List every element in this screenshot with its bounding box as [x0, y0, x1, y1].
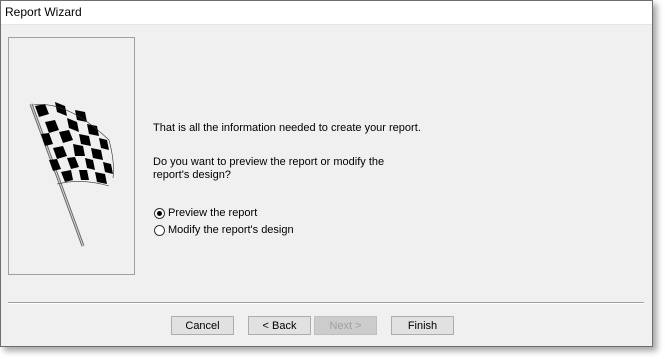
checkered-flag-icon [29, 102, 114, 247]
radio-label-modify: Modify the report's design [168, 224, 294, 236]
cancel-button[interactable]: Cancel [171, 316, 234, 335]
radio-modify-design[interactable]: Modify the report's design [154, 222, 294, 238]
radio-button-modify[interactable] [154, 224, 165, 236]
back-button[interactable]: < Back [248, 316, 311, 335]
report-wizard-dialog: Report Wizard That is all the informatio… [0, 0, 653, 347]
finish-button[interactable]: Finish [391, 316, 454, 335]
radio-label-preview: Preview the report [168, 207, 258, 219]
separator [8, 302, 644, 304]
window-title: Report Wizard [5, 5, 82, 19]
question-text: Do you want to preview the report or mod… [153, 156, 385, 181]
radio-preview-report[interactable]: Preview the report [154, 205, 257, 221]
title-bar: Report Wizard [1, 1, 652, 25]
wizard-image-panel [8, 37, 135, 275]
next-button[interactable]: Next > [314, 316, 377, 335]
radio-button-preview[interactable] [154, 207, 165, 219]
intro-text: That is all the information needed to cr… [153, 122, 421, 134]
